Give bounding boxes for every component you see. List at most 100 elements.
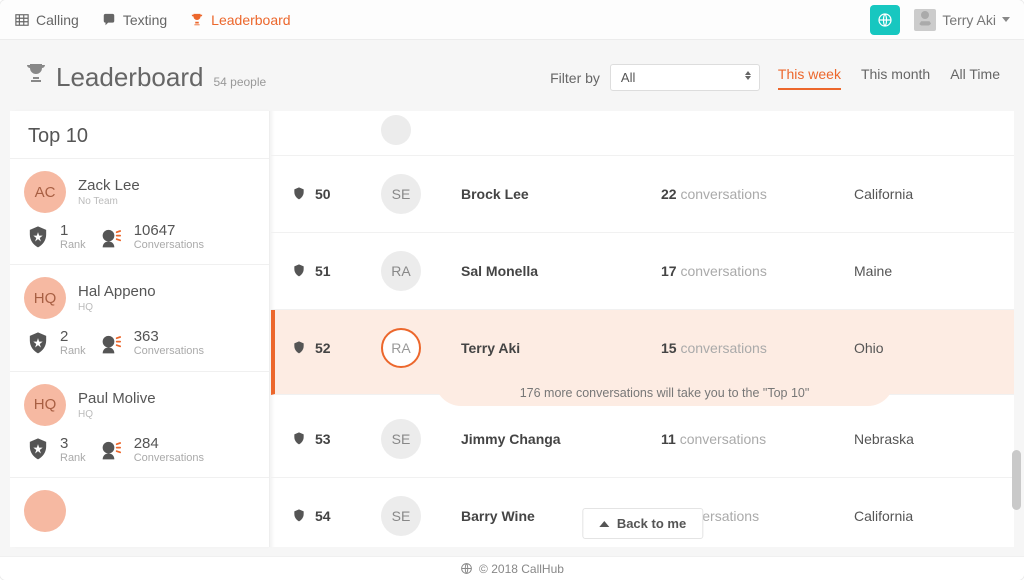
top10-sidebar: Top 10 ACZack LeeNo Team1Rank10647Conver… bbox=[10, 111, 270, 547]
back-to-me-label: Back to me bbox=[617, 516, 686, 531]
globe-icon bbox=[460, 562, 473, 575]
table-row[interactable]: 50 SE Brock Lee22 conversations California bbox=[271, 156, 1014, 233]
conv-label: Conversations bbox=[134, 451, 204, 465]
shield-icon bbox=[291, 431, 307, 447]
tab-this-month[interactable]: This month bbox=[861, 66, 930, 90]
chevron-down-icon bbox=[1002, 17, 1010, 22]
shield-icon bbox=[291, 340, 307, 356]
shield-icon bbox=[24, 224, 52, 252]
avatar: SE bbox=[381, 419, 421, 459]
grid-icon bbox=[14, 12, 30, 28]
team-label: No Team bbox=[78, 196, 140, 207]
top10-card[interactable]: ACZack LeeNo Team1Rank10647Conversations bbox=[10, 158, 269, 264]
scrollbar[interactable] bbox=[1012, 450, 1021, 510]
rank-value: 53 bbox=[315, 431, 331, 447]
conv-count: 15 bbox=[661, 340, 677, 356]
avatar: RA bbox=[381, 328, 421, 368]
rank-value: 3 bbox=[60, 436, 86, 451]
table-row[interactable]: 51 RA Sal Monella17 conversations Maine bbox=[271, 233, 1014, 310]
location: Ohio bbox=[854, 340, 994, 356]
location: Maine bbox=[854, 263, 994, 279]
rank-label: Rank bbox=[60, 344, 86, 358]
person-name: Terry Aki bbox=[461, 340, 661, 356]
avatar: SE bbox=[381, 174, 421, 214]
table-row[interactable]: 53SEJimmy Changa11 conversationsNebraska bbox=[271, 401, 1014, 478]
conv-label: conversations bbox=[680, 263, 766, 279]
user-menu[interactable]: Terry Aki bbox=[914, 9, 1010, 31]
rank-value: 1 bbox=[60, 223, 86, 238]
shield-icon bbox=[24, 436, 52, 464]
avatar: RA bbox=[381, 251, 421, 291]
conv-count: 17 bbox=[661, 263, 677, 279]
filter-select[interactable]: All bbox=[610, 64, 760, 91]
conv-label: Conversations bbox=[134, 238, 204, 252]
person-name: Jimmy Changa bbox=[461, 431, 661, 447]
avatar: HQ bbox=[24, 384, 66, 426]
trophy-icon bbox=[24, 62, 46, 84]
footer-text: © 2018 CallHub bbox=[479, 562, 564, 576]
location: California bbox=[854, 186, 994, 202]
filter-label: Filter by bbox=[550, 70, 600, 86]
nav-texting[interactable]: Texting bbox=[101, 12, 167, 28]
page-title: Leaderboard bbox=[56, 62, 203, 93]
nav-leaderboard[interactable]: Leaderboard bbox=[189, 12, 290, 28]
person-name: Hal Appeno bbox=[78, 283, 156, 300]
rank-label: Rank bbox=[60, 451, 86, 465]
back-to-me-button[interactable]: Back to me bbox=[582, 508, 703, 539]
top10-card[interactable] bbox=[10, 477, 269, 532]
top10-card[interactable]: HQ Hal Appeno HQ 2Rank 363Conversations bbox=[10, 264, 269, 370]
rank-value: 2 bbox=[60, 329, 86, 344]
user-avatar-icon bbox=[914, 9, 936, 31]
top10-card[interactable]: HQ Paul Molive HQ 3Rank 284Conversations bbox=[10, 371, 269, 477]
shield-icon bbox=[291, 508, 307, 524]
avatar: SE bbox=[381, 496, 421, 536]
avatar: AC bbox=[24, 171, 66, 213]
shield-icon bbox=[24, 330, 52, 358]
rank-value: 50 bbox=[315, 186, 331, 202]
tab-this-week[interactable]: This week bbox=[778, 66, 841, 90]
rank-value: 52 bbox=[315, 340, 331, 356]
filter-value: All bbox=[621, 70, 635, 85]
globe-button[interactable] bbox=[870, 5, 900, 35]
conv-value: 284 bbox=[134, 436, 204, 451]
table-row bbox=[271, 111, 1014, 156]
rank-value: 51 bbox=[315, 263, 331, 279]
avatar: HQ bbox=[24, 277, 66, 319]
conv-label: conversations bbox=[680, 186, 766, 202]
conv-count: 11 bbox=[661, 431, 676, 447]
conv-value: 10647 bbox=[134, 223, 204, 238]
avatar bbox=[24, 490, 66, 532]
chat-icon bbox=[101, 12, 117, 28]
rank-value: 54 bbox=[315, 508, 331, 524]
nav-leaderboard-label: Leaderboard bbox=[211, 12, 290, 28]
conv-label: Conversations bbox=[134, 344, 204, 358]
tab-all-time[interactable]: All Time bbox=[950, 66, 1000, 90]
team-label: HQ bbox=[78, 302, 156, 313]
location: Nebraska bbox=[854, 431, 994, 447]
conv-count: 22 bbox=[661, 186, 677, 202]
nav-calling-label: Calling bbox=[36, 12, 79, 28]
chevron-up-icon bbox=[599, 521, 609, 527]
nav-calling[interactable]: Calling bbox=[14, 12, 79, 28]
conversations-icon bbox=[98, 330, 126, 358]
trophy-icon bbox=[189, 12, 205, 28]
nav-texting-label: Texting bbox=[123, 12, 167, 28]
globe-icon bbox=[877, 12, 893, 28]
person-name: Zack Lee bbox=[78, 177, 140, 194]
shield-icon bbox=[291, 263, 307, 279]
person-name: Paul Molive bbox=[78, 390, 156, 407]
user-name: Terry Aki bbox=[942, 12, 996, 28]
team-label: HQ bbox=[78, 409, 156, 420]
conv-label: conversations bbox=[680, 340, 766, 356]
person-name: Sal Monella bbox=[461, 263, 661, 279]
conv-value: 363 bbox=[134, 329, 204, 344]
location: California bbox=[854, 508, 994, 524]
conversations-icon bbox=[98, 224, 126, 252]
conversations-icon bbox=[98, 436, 126, 464]
page-header: Leaderboard 54 people Filter by All This… bbox=[10, 58, 1014, 111]
person-name: Brock Lee bbox=[461, 186, 661, 202]
sidebar-title: Top 10 bbox=[10, 125, 269, 158]
shield-icon bbox=[291, 186, 307, 202]
table-row-me[interactable]: 52RATerry Aki15 conversationsOhio176 mor… bbox=[271, 310, 1014, 395]
people-count: 54 people bbox=[213, 75, 266, 89]
